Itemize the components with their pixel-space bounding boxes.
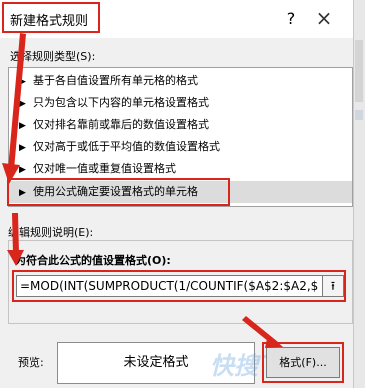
annotation-arrow-head	[265, 334, 283, 348]
annotation-arrow-shaft	[8, 33, 26, 170]
annotation-arrows	[2, 33, 283, 348]
annotation-arrow-head	[7, 250, 24, 266]
annotation-arrow-head	[2, 163, 20, 184]
annotation-arrow-shaft	[12, 213, 19, 254]
